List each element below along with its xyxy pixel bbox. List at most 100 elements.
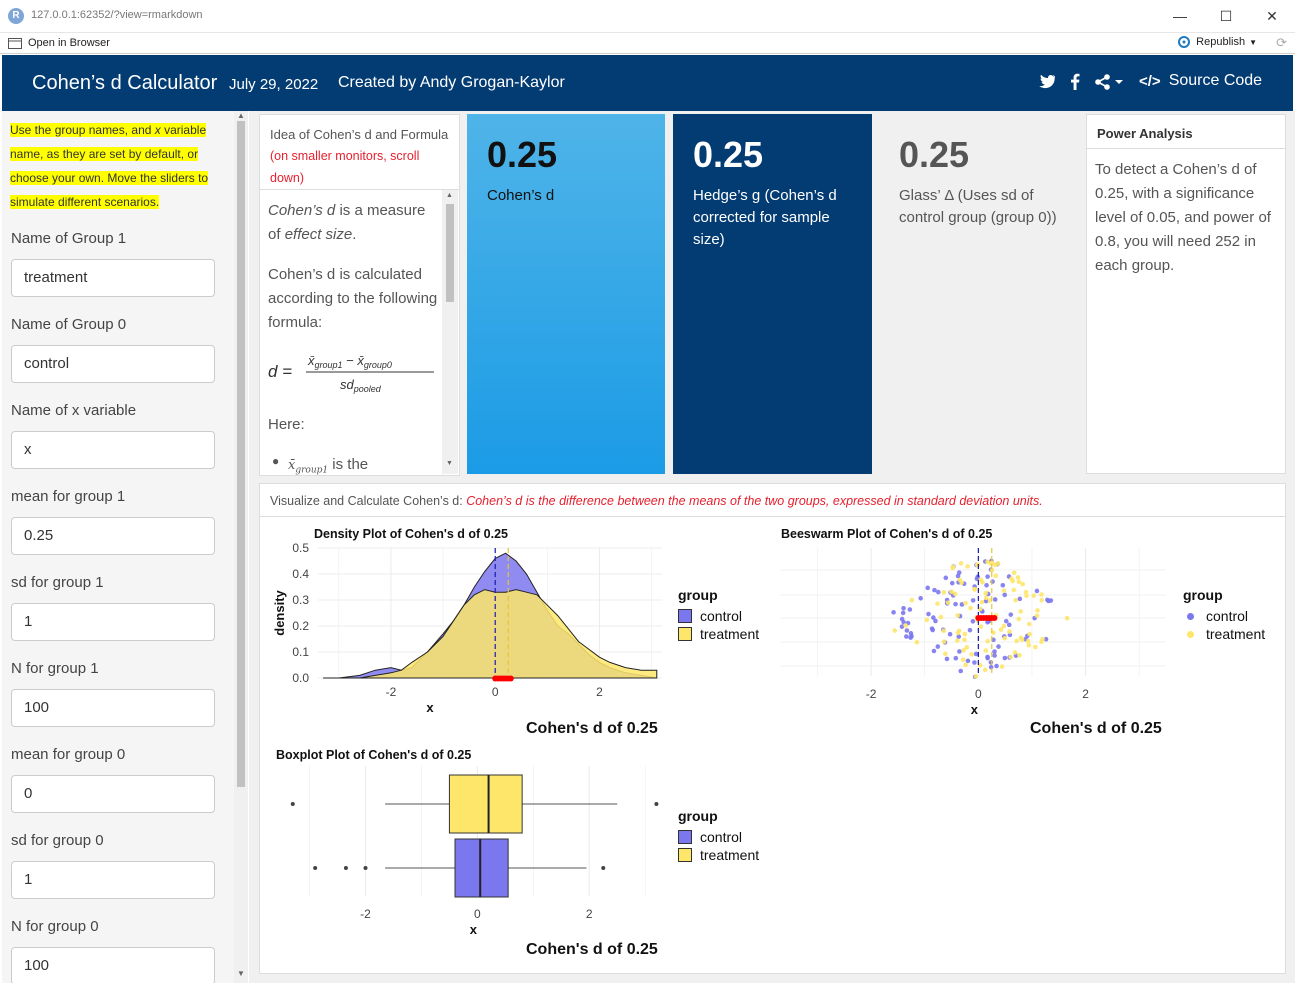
density-legend: group control treatment — [678, 587, 759, 643]
x-variable-name-label: Name of x variable — [11, 402, 137, 419]
outlier-control — [363, 866, 368, 870]
idea-card-scroll-thumb[interactable] — [446, 204, 454, 302]
beeswarm-point-treatment — [924, 617, 930, 623]
republish-button[interactable]: Republish ▼ — [1176, 36, 1257, 48]
n-group1-label: N for group 1 — [11, 660, 99, 677]
beeswarm-point-control — [949, 580, 955, 586]
share-icon[interactable] — [1094, 73, 1124, 90]
group0-name-input[interactable]: control — [11, 345, 215, 383]
boxplot-legend: group control treatment — [678, 808, 759, 864]
source-code-link[interactable]: </> Source Code — [1139, 72, 1262, 90]
n-group1-input[interactable]: 100 — [11, 689, 215, 727]
x-tick-label: 2 — [586, 907, 593, 921]
mean-group0-label: mean for group 0 — [11, 746, 126, 763]
scroll-up-icon[interactable]: ▲ — [237, 111, 245, 120]
cohens-d-valuebox: 0.25 Cohen’s d — [467, 114, 665, 474]
dashboard-date: July 29, 2022 — [229, 76, 319, 93]
beeswarm-point-control — [904, 628, 910, 633]
beeswarm-point-treatment — [1039, 597, 1044, 603]
window-titlebar: R 127.0.0.1:62352/?view=rmarkdown — ☐ ✕ — [0, 0, 1295, 33]
y-tick-label: 0.4 — [292, 567, 309, 581]
sd-group0-input[interactable]: 1 — [11, 861, 215, 899]
beeswarm-point-treatment — [1035, 608, 1040, 613]
treatment-swatch — [678, 627, 692, 641]
facebook-icon[interactable] — [1070, 73, 1080, 90]
beeswarm-point-treatment — [952, 591, 958, 597]
republish-icon — [1178, 36, 1191, 48]
beeswarm-point-control — [1006, 622, 1012, 628]
mean-group0-input[interactable]: 0 — [11, 775, 215, 813]
beeswarm-point-treatment — [983, 648, 989, 653]
beeswarm-point-treatment — [892, 628, 898, 633]
beeswarm-point-control — [891, 610, 896, 615]
cohens-d-label: Cohen’s d — [487, 187, 555, 204]
beeswarm-point-control — [899, 616, 905, 622]
beeswarm-legend: group control treatment — [1183, 587, 1265, 643]
beeswarm-point-control — [931, 615, 936, 620]
cohens-d-value: 0.25 — [487, 134, 558, 175]
density-plot-subtitle: Cohen's d of 0.25 — [526, 720, 658, 737]
density-plot-title: Density Plot of Cohen's d of 0.25 — [314, 527, 508, 541]
n-group0-input[interactable]: 100 — [11, 947, 215, 983]
twitter-icon[interactable] — [1038, 74, 1056, 89]
boxplot-legend-title: group — [678, 808, 718, 824]
beeswarm-point-treatment — [998, 627, 1004, 632]
beeswarm-point-treatment — [960, 657, 966, 663]
box-control — [454, 838, 509, 898]
r-logo-icon: R — [8, 8, 24, 24]
beeswarm-point-treatment — [1031, 593, 1037, 598]
maximize-icon[interactable]: ☐ — [1203, 0, 1249, 32]
scroll-down-icon[interactable]: ▼ — [237, 969, 245, 978]
scroll-down-icon[interactable]: ▼ — [446, 460, 453, 467]
beeswarm-point-treatment — [969, 652, 974, 657]
beeswarm-point-control — [957, 649, 962, 654]
scroll-up-icon[interactable]: ▲ — [446, 192, 453, 199]
beeswarm-point-treatment — [1014, 638, 1019, 644]
beeswarm-point-treatment — [973, 674, 979, 679]
legend-label-control: control — [700, 608, 743, 624]
beeswarm-point-control — [1000, 582, 1006, 588]
beeswarm-point-treatment — [1064, 615, 1070, 621]
beeswarm-point-control — [970, 619, 976, 624]
group1-name-input[interactable]: treatment — [11, 259, 215, 297]
refresh-icon[interactable]: ⟳ — [1276, 35, 1287, 51]
beeswarm-point-treatment — [1039, 639, 1044, 644]
plot-panel — [780, 548, 1166, 676]
beeswarm-point-control — [901, 605, 906, 611]
beeswarm-point-control — [985, 574, 990, 579]
sd-group1-input[interactable]: 1 — [11, 603, 215, 641]
sidebar-scroll-thumb[interactable] — [237, 121, 245, 787]
effect-size-paragraph: Cohen’s d is a measure of effect size. — [268, 202, 426, 243]
legend-label-control: control — [1206, 608, 1249, 624]
idea-card-scrollbar[interactable]: ▲ ▼ — [442, 190, 458, 474]
beeswarm-point-control — [992, 597, 998, 602]
beeswarm-point-control — [1002, 592, 1008, 598]
idea-formula-card: Idea of Cohen’s d and Formula (on smalle… — [259, 114, 460, 476]
beeswarm-point-treatment — [962, 631, 968, 637]
beeswarm-point-treatment — [941, 590, 947, 595]
x-tick-label: -2 — [360, 907, 371, 921]
x-variable-name-input[interactable]: x — [11, 431, 215, 469]
visualize-panel-header: Visualize and Calculate Cohen’s d: Cohen… — [260, 484, 1285, 517]
mean-group1-input[interactable]: 0.25 — [11, 517, 215, 555]
address-url: 127.0.0.1:62352/?view=rmarkdown — [31, 9, 203, 21]
density-legend-title: group — [678, 587, 718, 603]
here-label: Here: — [268, 416, 305, 433]
x-tick-label: 2 — [1082, 687, 1089, 701]
beeswarm-point-treatment — [1033, 644, 1038, 650]
beeswarm-point-treatment — [1001, 588, 1007, 593]
beeswarm-point-control — [904, 634, 909, 639]
beeswarm-point-control — [936, 589, 941, 595]
control-swatch — [678, 609, 692, 623]
sidebar-scrollbar[interactable]: ▲ ▼ — [234, 111, 248, 983]
beeswarm-point-treatment — [1026, 621, 1032, 627]
close-icon[interactable]: ✕ — [1249, 0, 1295, 32]
power-analysis-text: To detect a Cohen’s d of 0.25, with a si… — [1095, 161, 1271, 274]
minimize-icon[interactable]: — — [1157, 0, 1203, 32]
control-swatch — [678, 830, 692, 844]
open-in-browser-button[interactable]: Open in Browser — [8, 37, 110, 49]
group0-name-label: Name of Group 0 — [11, 316, 127, 333]
beeswarm-point-control — [992, 649, 997, 654]
beeswarm-point-treatment — [992, 562, 998, 568]
beeswarm-point-control — [988, 660, 994, 665]
